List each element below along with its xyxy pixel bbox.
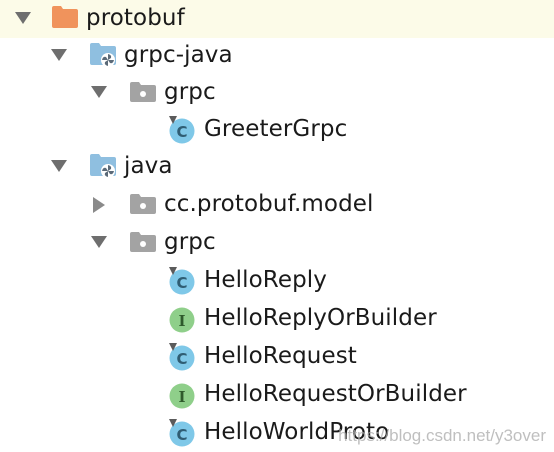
interface-icon: I	[167, 304, 197, 334]
interface-letter: I	[178, 388, 185, 406]
tree-item-label: java	[124, 153, 173, 179]
package-icon	[130, 82, 156, 102]
tree-item-label: HelloReplyOrBuilder	[204, 305, 437, 331]
collapse-arrow-icon[interactable]	[92, 196, 106, 214]
orange-folder-icon	[52, 6, 78, 28]
tree-item-label: protobuf	[86, 5, 185, 31]
tree-row-java[interactable]: java	[0, 148, 554, 186]
tree-item-label: grpc	[164, 79, 216, 105]
tree-item-label: grpc	[164, 229, 216, 255]
tree-row-protobuf[interactable]: protobuf	[0, 0, 554, 38]
expand-arrow-icon[interactable]	[90, 85, 108, 99]
interface-icon: I	[167, 380, 197, 410]
expand-arrow-icon[interactable]	[50, 159, 68, 173]
class-icon: C	[167, 115, 197, 145]
class-letter: C	[176, 426, 187, 444]
tree-row-greetergrpc[interactable]: C GreeterGrpc	[0, 111, 554, 149]
tree-row-helloreply[interactable]: C HelloReply	[0, 262, 554, 300]
tree-row-hellorequestorbuilder[interactable]: I HelloRequestOrBuilder	[0, 376, 554, 414]
expand-arrow-icon[interactable]	[14, 11, 32, 25]
expand-arrow-icon[interactable]	[90, 235, 108, 249]
class-icon: C	[167, 266, 197, 296]
class-icon: C	[167, 418, 197, 448]
expand-arrow-icon[interactable]	[50, 48, 68, 62]
interface-letter: I	[178, 312, 185, 330]
source-root-folder-icon	[90, 154, 118, 180]
package-icon	[130, 232, 156, 252]
tree-row-grpc-2[interactable]: grpc	[0, 224, 554, 262]
source-root-folder-icon	[90, 43, 118, 69]
tree-item-label: HelloReply	[204, 267, 327, 293]
class-letter: C	[176, 274, 187, 292]
tree-item-label: HelloRequest	[204, 343, 357, 369]
class-icon: C	[167, 342, 197, 372]
tree-item-label: GreeterGrpc	[204, 116, 348, 142]
tree-row-grpc-1[interactable]: grpc	[0, 74, 554, 112]
tree-item-label: HelloRequestOrBuilder	[204, 381, 467, 407]
tree-row-grpc-java[interactable]: grpc-java	[0, 37, 554, 75]
tree-item-label: cc.protobuf.model	[164, 191, 374, 217]
class-letter: C	[176, 350, 187, 368]
tree-row-hellorequest[interactable]: C HelloRequest	[0, 338, 554, 376]
tree-item-label: grpc-java	[124, 42, 233, 68]
package-icon	[130, 194, 156, 214]
watermark: https://blog.csdn.net/y3over	[338, 426, 546, 445]
class-letter: C	[176, 123, 187, 141]
tree-row-cc-protobuf-model[interactable]: cc.protobuf.model	[0, 186, 554, 224]
tree-row-helloreplyorbuilder[interactable]: I HelloReplyOrBuilder	[0, 300, 554, 338]
